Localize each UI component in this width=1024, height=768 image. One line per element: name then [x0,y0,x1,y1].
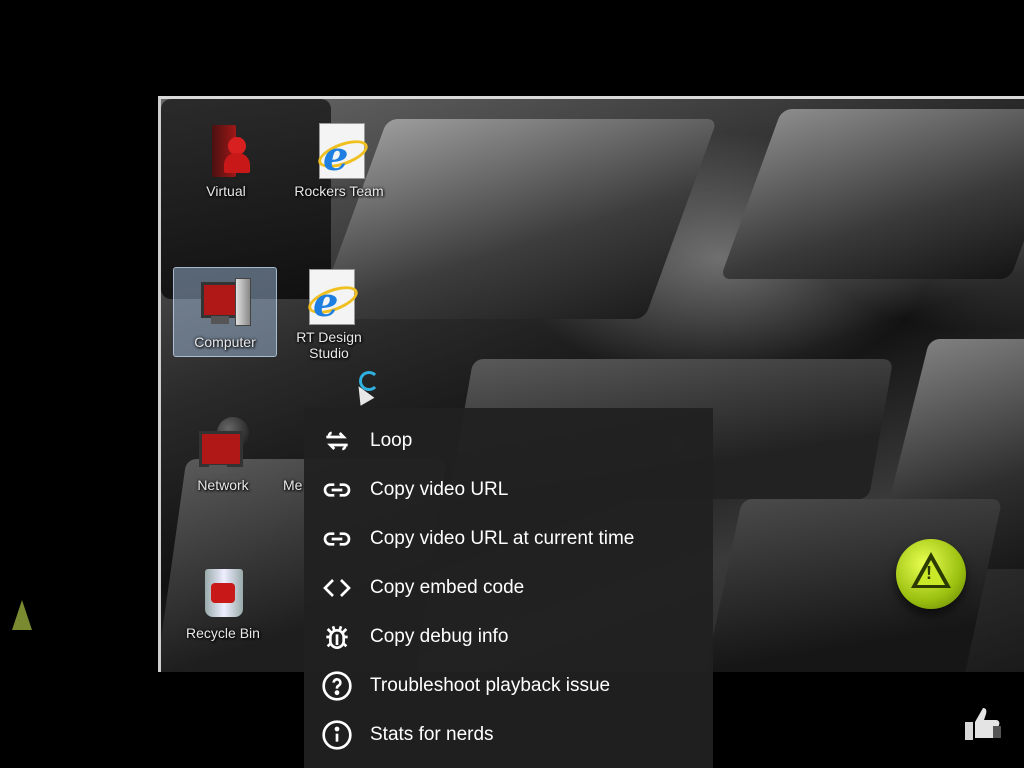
menu-item-copy-embed-code[interactable]: Copy embed code [304,563,713,612]
desktop-icon-network[interactable]: Network [173,417,273,493]
internet-explorer-icon: e [311,123,372,180]
bug-icon [320,620,354,654]
virtual-icon [198,123,254,179]
help-circle-icon [320,669,354,703]
recycle-bin-icon [195,565,251,621]
desktop-icon-label: Recycle Bin [186,625,260,641]
info-circle-icon [320,718,354,752]
menu-item-loop[interactable]: Loop [304,416,713,465]
network-icon [195,417,251,473]
link-icon [320,473,354,507]
menu-item-label: Copy debug info [370,625,509,647]
loop-icon [320,424,354,458]
desktop-icon-label: Network [197,477,249,493]
menu-item-label: Copy video URL at current time [370,527,635,549]
menu-item-label: Copy video URL [370,478,509,500]
link-icon [320,522,354,556]
desktop-icon-label: Virtual [206,183,246,199]
menu-item-label: Troubleshoot playback issue [370,674,611,696]
desktop-icon-computer[interactable]: Computer [173,267,277,357]
desktop-icon-rockers-team[interactable]: e Rockers Team [279,123,399,199]
menu-item-copy-video-url-current-time[interactable]: Copy video URL at current time [304,514,713,563]
menu-item-troubleshoot-playback[interactable]: Troubleshoot playback issue [304,661,713,710]
tree-icon [12,600,32,630]
desktop-icon-label: Rockers Team [294,183,384,199]
computer-icon [197,274,253,330]
menu-item-label: Copy embed code [370,576,525,598]
internet-explorer-icon: e [301,269,362,326]
menu-item-copy-video-url[interactable]: Copy video URL [304,465,713,514]
warning-icon: ! [896,539,966,609]
desktop-icon-virtual[interactable]: Virtual [176,123,276,199]
background-cube [720,109,1024,279]
desktop-icon-recycle-bin[interactable]: Recycle Bin [173,565,273,641]
menu-item-copy-debug-info[interactable]: Copy debug info [304,612,713,661]
video-player-stage: Virtual e Rockers Team Computer e RT Des… [0,0,1024,768]
menu-item-label: Stats for nerds [370,723,494,745]
menu-item-stats-for-nerds[interactable]: Stats for nerds [304,710,713,759]
code-icon [320,571,354,605]
desktop-icon-rt-design-studio[interactable]: e RT Design Studio [279,269,379,361]
menu-item-label: Loop [370,429,413,451]
desktop-icon-label: RT Design Studio [296,329,362,361]
thumbs-up-icon [963,706,1003,742]
desktop-icon-label: Computer [194,334,256,350]
context-menu: Loop Copy video URL Copy video URL at cu… [304,408,713,768]
